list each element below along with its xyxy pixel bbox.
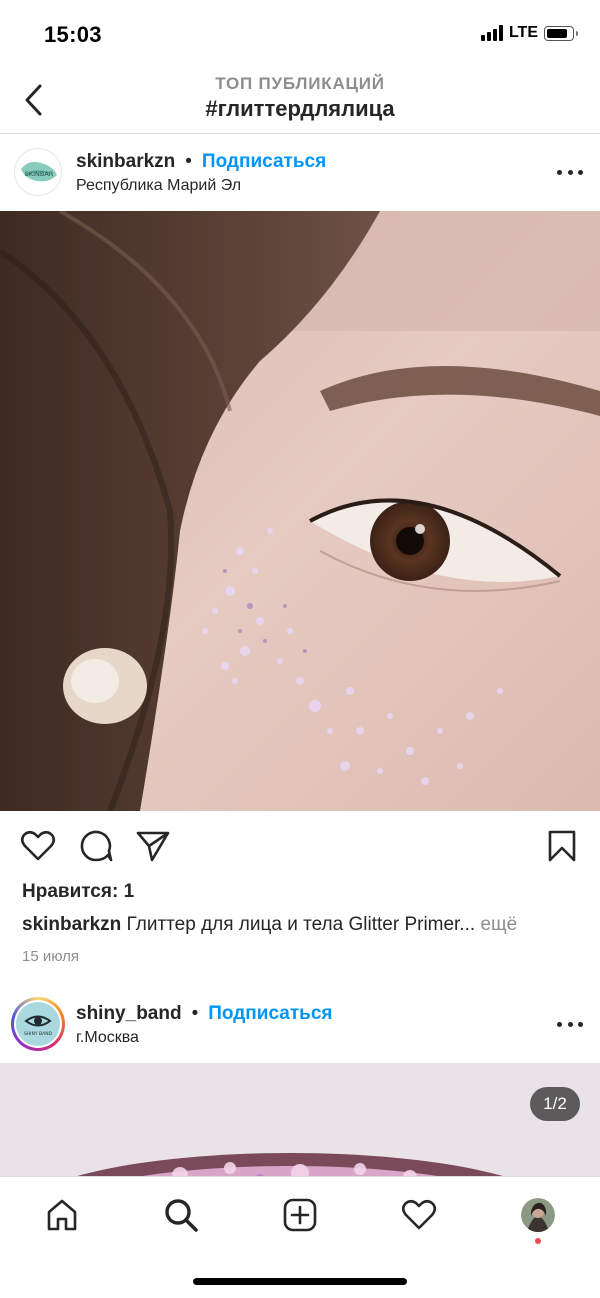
battery-icon bbox=[544, 25, 578, 41]
post-avatar[interactable]: SKINBAR bbox=[14, 148, 62, 196]
post-photo[interactable] bbox=[0, 211, 600, 811]
post-image bbox=[0, 1063, 600, 1183]
post-username[interactable]: skinbarkzn bbox=[76, 151, 175, 173]
post-location[interactable]: Республика Марий Эл bbox=[76, 177, 241, 195]
network-label: LTE bbox=[508, 24, 538, 41]
header-divider bbox=[0, 133, 600, 134]
more-options-icon[interactable] bbox=[557, 168, 583, 176]
caption-more-link[interactable]: ещё bbox=[480, 914, 517, 935]
home-icon bbox=[47, 1199, 77, 1231]
follow-button[interactable]: Подписаться bbox=[202, 151, 326, 173]
caption-username[interactable]: skinbarkzn bbox=[22, 914, 121, 935]
bookmark-icon bbox=[548, 830, 576, 862]
hashtag-title: #глиттердлялица bbox=[205, 96, 395, 121]
svg-text:SKINBAR: SKINBAR bbox=[25, 170, 54, 178]
shiny-band-logo-icon: SHINY BAND bbox=[16, 1002, 60, 1046]
tab-search[interactable] bbox=[161, 1195, 201, 1235]
post-location[interactable]: г.Москва bbox=[76, 1029, 139, 1047]
share-button[interactable] bbox=[135, 829, 171, 868]
paper-plane-icon bbox=[136, 831, 170, 862]
post-photo[interactable] bbox=[0, 1063, 600, 1183]
save-button[interactable] bbox=[547, 829, 577, 868]
post-image bbox=[0, 211, 600, 811]
like-button[interactable] bbox=[20, 830, 56, 867]
status-time: 15:03 bbox=[44, 22, 102, 47]
separator-dot: • bbox=[191, 1003, 199, 1024]
activity-heart-icon bbox=[401, 1199, 437, 1230]
comment-button[interactable] bbox=[78, 829, 114, 868]
tab-home[interactable] bbox=[42, 1195, 82, 1235]
post-username[interactable]: shiny_band bbox=[76, 1003, 182, 1025]
tab-profile[interactable] bbox=[518, 1195, 558, 1235]
separator-dot: • bbox=[185, 151, 192, 172]
status-indicators: LTE bbox=[480, 24, 578, 42]
more-options-icon[interactable] bbox=[557, 1020, 583, 1028]
like-count[interactable]: Нравится: 1 bbox=[22, 881, 134, 903]
carousel-counter: 1/2 bbox=[530, 1087, 580, 1121]
profile-avatar bbox=[521, 1198, 555, 1232]
post-date: 15 июля bbox=[22, 948, 80, 965]
signal-icon bbox=[480, 25, 503, 41]
follow-button[interactable]: Подписаться bbox=[208, 1003, 332, 1025]
heart-icon bbox=[20, 830, 56, 861]
story-ring-avatar[interactable]: SHINY BAND bbox=[11, 997, 65, 1051]
search-icon bbox=[165, 1199, 198, 1232]
notification-dot bbox=[535, 1238, 541, 1244]
caption-text: Глиттер для лица и тела Glitter Primer..… bbox=[126, 914, 476, 935]
header-subtitle: ТОП ПУБЛИКАЦИЙ bbox=[215, 74, 385, 93]
svg-text:SHINY BAND: SHINY BAND bbox=[24, 1031, 53, 1037]
tab-activity[interactable] bbox=[399, 1195, 439, 1235]
profile-photo-icon bbox=[521, 1198, 555, 1232]
home-indicator bbox=[193, 1278, 407, 1285]
add-post-icon bbox=[283, 1198, 317, 1232]
comment-icon bbox=[80, 830, 113, 862]
skinbar-logo-icon: SKINBAR bbox=[15, 149, 61, 195]
tab-new-post[interactable] bbox=[280, 1195, 320, 1235]
post-caption: skinbarkzn Глиттер для лица и тела Glitt… bbox=[22, 914, 582, 936]
